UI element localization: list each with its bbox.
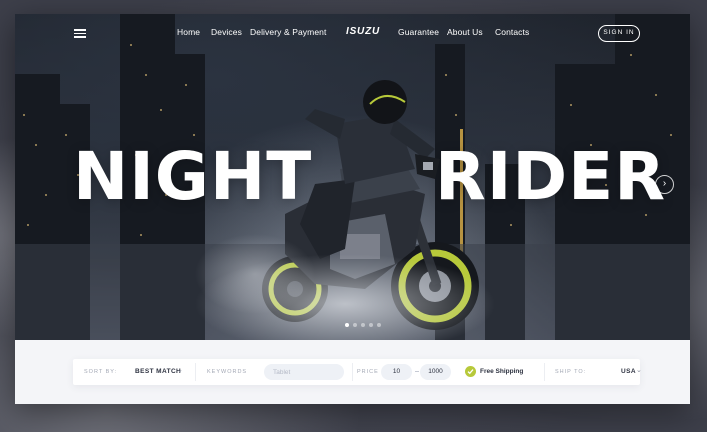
nav-link-about-us[interactable]: About Us [447, 27, 483, 37]
checkmark-icon[interactable] [465, 366, 476, 377]
price-min-input[interactable]: 10 [381, 364, 412, 380]
price-range-dash [415, 371, 419, 372]
chevron-right-icon[interactable]: › [655, 175, 674, 194]
ship-to-dropdown[interactable]: USA [621, 368, 636, 375]
divider [195, 363, 196, 381]
free-shipping-checkbox-label[interactable]: Free Shipping [480, 368, 523, 375]
price-max-input[interactable]: 1000 [420, 364, 451, 380]
slider-dot-1[interactable] [345, 323, 349, 327]
slider-dot-3[interactable] [361, 323, 365, 327]
slider-dot-4[interactable] [369, 323, 373, 327]
motorcycle-rider-image [262, 80, 479, 330]
nav-link-contacts[interactable]: Contacts [495, 27, 529, 37]
hamburger-menu-icon[interactable] [74, 29, 86, 38]
slider-dots [345, 323, 381, 327]
sort-by-dropdown[interactable]: BEST MATCH [135, 368, 181, 375]
sort-by-label: SORT BY: [84, 369, 118, 375]
brand-logo[interactable]: ISUZU [346, 26, 380, 37]
nav-link-guarantee[interactable]: Guarantee [398, 27, 439, 37]
hero-banner: NIGHT RIDER Home Devices Delivery & Paym… [15, 14, 690, 340]
top-navigation: Home Devices Delivery & Payment ISUZU Gu… [15, 14, 690, 54]
nav-link-home[interactable]: Home [177, 27, 200, 37]
slider-dot-2[interactable] [353, 323, 357, 327]
nav-link-devices[interactable]: Devices [211, 27, 242, 37]
ship-to-label: SHIP TO: [555, 369, 587, 375]
keywords-input[interactable] [264, 364, 344, 380]
divider [544, 363, 545, 381]
chevron-down-icon[interactable]: ⌄ [636, 366, 642, 374]
sign-in-button[interactable]: SIGN IN [598, 25, 640, 42]
search-filter-bar: SORT BY: BEST MATCH ⌄ KEYWORDS PRICE 10 … [73, 359, 642, 385]
website-frame: NIGHT RIDER Home Devices Delivery & Paym… [15, 14, 690, 404]
slider-dot-5[interactable] [377, 323, 381, 327]
chevron-down-icon[interactable]: ⌄ [177, 366, 183, 374]
price-label: PRICE [357, 369, 379, 375]
keywords-label: KEYWORDS [207, 369, 248, 375]
nav-link-delivery-payment[interactable]: Delivery & Payment [250, 27, 326, 37]
divider [352, 363, 353, 381]
